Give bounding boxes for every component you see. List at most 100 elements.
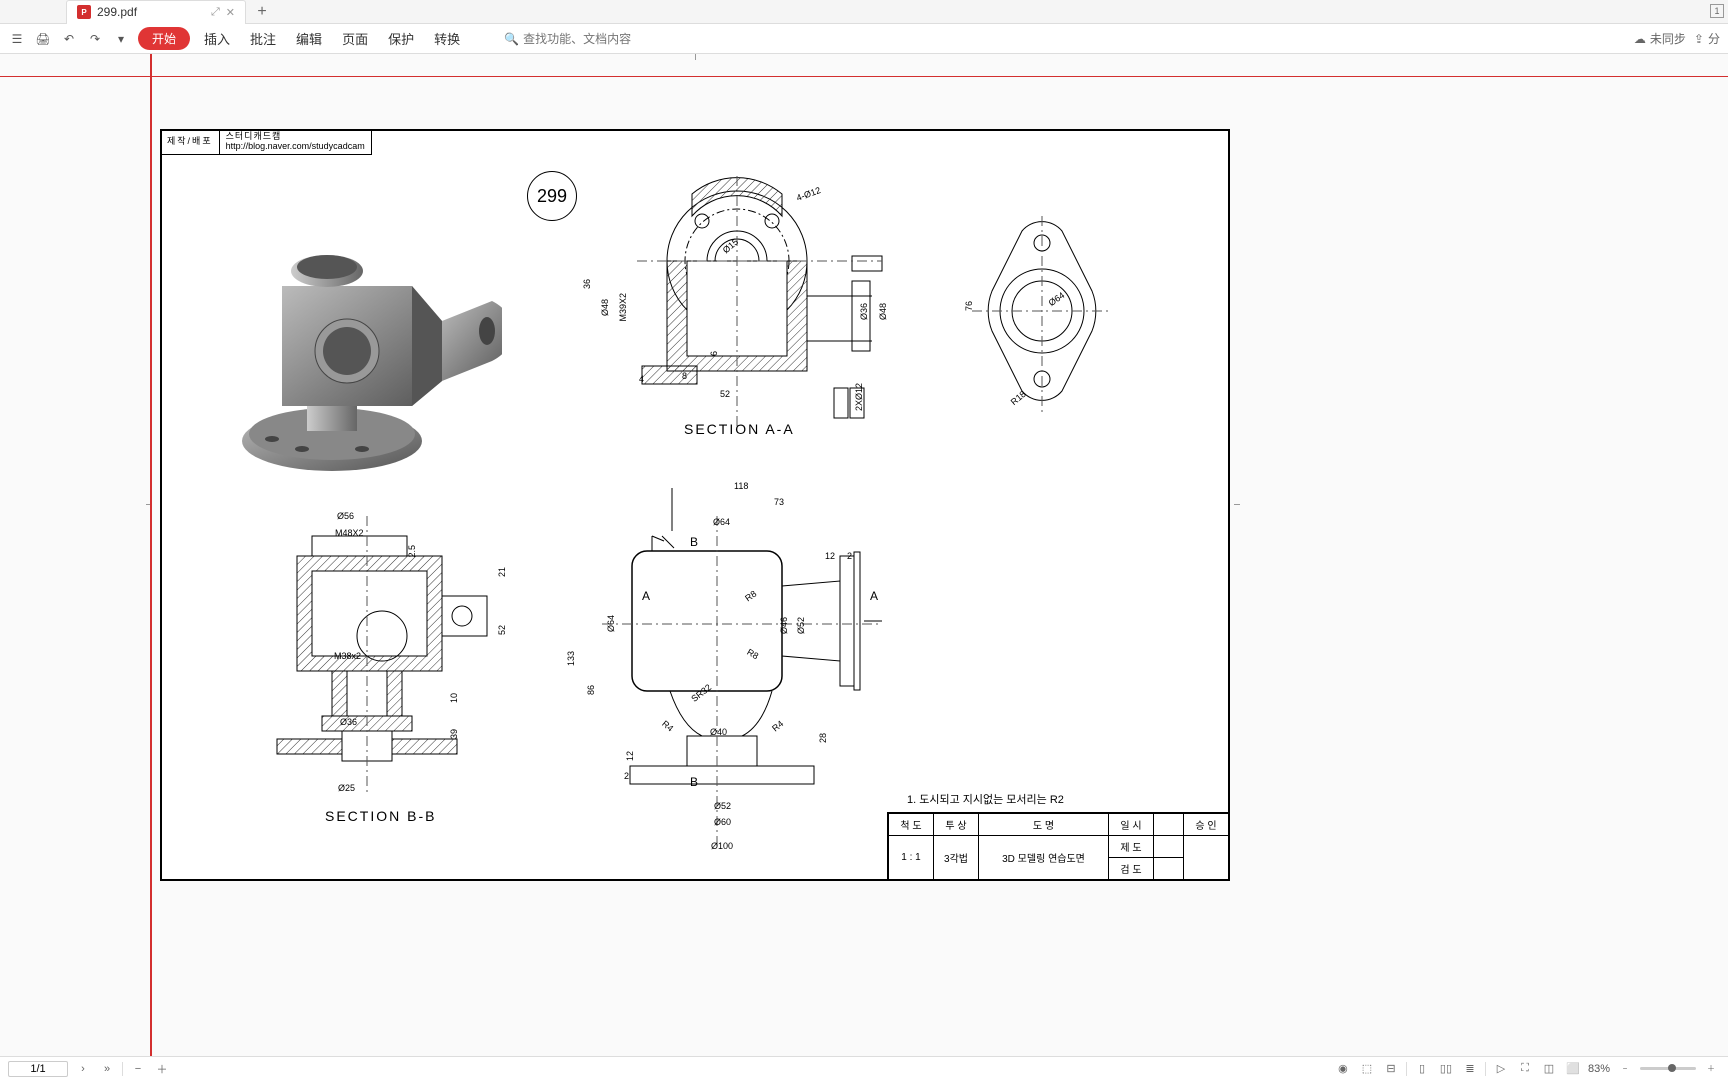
dim-label: Ø100 — [711, 841, 733, 851]
read-mode-icon[interactable]: ⬚ — [1358, 1060, 1376, 1078]
drawing-sheet: 제작/배포 스터디캐드캠 http://blog.naver.com/study… — [160, 129, 1230, 881]
crop-icon[interactable]: ◫ — [1540, 1060, 1558, 1078]
cloud-sync-button[interactable]: ☁ 未同步 — [1634, 30, 1686, 47]
share-button[interactable]: ⇪ 分 — [1694, 30, 1720, 47]
dim-label: Ø52 — [796, 617, 806, 634]
section-b-b-label: SECTION B-B — [325, 808, 436, 824]
dim-label: 4 — [639, 374, 644, 384]
frame-tick — [695, 54, 696, 60]
tb-check-hdr: 검 도 — [1109, 858, 1154, 880]
dim-label: 39 — [449, 729, 459, 739]
section-marker-b: B — [690, 535, 698, 549]
eye-icon[interactable]: ◉ — [1334, 1060, 1352, 1078]
fit-width-icon[interactable]: ⬜ — [1564, 1060, 1582, 1078]
dim-label: 133 — [566, 651, 576, 666]
window-badge: 1 — [1710, 4, 1724, 18]
menu-protect[interactable]: 保护 — [382, 29, 420, 48]
dim-label: Ø40 — [710, 727, 727, 737]
menu-insert[interactable]: 插入 — [198, 29, 236, 48]
tb-proj-val: 3각법 — [934, 836, 979, 880]
dim-label: 36 — [582, 279, 592, 289]
zoom-in-btn[interactable]: ＋ — [1702, 1060, 1720, 1078]
note-line-1: 1. 도시되고 지시없는 모서리는 R2 — [907, 791, 1064, 807]
tb-scale-hdr: 척 도 — [889, 814, 934, 836]
dim-label: Ø48 — [878, 303, 888, 320]
dim-label: M38x2 — [334, 651, 361, 661]
redo-icon[interactable]: ↷ — [86, 30, 104, 48]
dim-label: Ø64 — [606, 615, 616, 632]
share-label: 分 — [1708, 30, 1720, 47]
tab-filename: 299.pdf — [97, 5, 205, 19]
page-indicator-input[interactable] — [8, 1061, 68, 1077]
two-page-icon[interactable]: ▯▯ — [1437, 1060, 1455, 1078]
dim-label: Ø64 — [713, 517, 730, 527]
section-marker-b: B — [690, 775, 698, 789]
drawing-number-badge: 299 — [527, 171, 577, 221]
dim-label: 86 — [586, 685, 596, 695]
tb-title-val: 3D 모델링 연습도면 — [979, 836, 1109, 880]
dropdown-icon[interactable]: ▾ — [112, 30, 130, 48]
dim-label: 28 — [818, 733, 828, 743]
dim-label: 73 — [774, 497, 784, 507]
print-icon[interactable]: 🖨 — [34, 30, 52, 48]
undo-icon[interactable]: ↶ — [60, 30, 78, 48]
tb-approve-hdr: 승 인 — [1184, 814, 1229, 836]
dim-label: 12 — [625, 751, 635, 761]
dim-label: M48X2 — [335, 528, 364, 538]
document-tab[interactable]: P 299.pdf ⤢ ✕ — [66, 0, 246, 24]
dim-label: Ø60 — [714, 817, 731, 827]
page-next-icon[interactable]: › — [74, 1060, 92, 1078]
dim-label: 2 — [847, 551, 852, 561]
section-a-a-view — [582, 166, 892, 436]
tb-title-hdr: 도 명 — [979, 814, 1109, 836]
fullscreen-icon[interactable]: ⛶ — [1516, 1060, 1534, 1078]
share-icon: ⇪ — [1694, 32, 1704, 46]
menu-convert[interactable]: 转换 — [428, 29, 466, 48]
page-fit-icon[interactable]: ⊟ — [1382, 1060, 1400, 1078]
menu-page[interactable]: 页面 — [336, 29, 374, 48]
ruler-guideline-vertical — [150, 54, 152, 1056]
zoom-out-icon[interactable]: − — [129, 1060, 147, 1078]
add-tab-button[interactable]: + — [250, 0, 274, 24]
search-input[interactable] — [523, 32, 653, 46]
section-marker-a: A — [870, 589, 878, 603]
dim-label: Ø25 — [338, 783, 355, 793]
dim-label: Ø46 — [779, 617, 789, 634]
dim-label: 8 — [682, 371, 687, 381]
author-stamp: 제작/배포 스터디캐드캠 http://blog.naver.com/study… — [160, 129, 372, 155]
menu-edit[interactable]: 编辑 — [290, 29, 328, 48]
front-view — [572, 476, 892, 856]
start-button[interactable]: 开始 — [138, 27, 190, 50]
dim-label: 12 — [825, 551, 835, 561]
menu-icon[interactable]: ☰ — [8, 30, 26, 48]
close-tab-icon[interactable]: ✕ — [226, 6, 235, 19]
dim-label: Ø36 — [859, 303, 869, 320]
zoom-percent: 83% — [1588, 1063, 1610, 1075]
pin-icon[interactable]: ⤢ — [211, 6, 220, 19]
document-viewport[interactable]: 제작/배포 스터디캐드캠 http://blog.naver.com/study… — [0, 54, 1728, 1056]
flange-side-view — [962, 211, 1122, 421]
section-marker-a: A — [642, 589, 650, 603]
play-icon[interactable]: ▷ — [1492, 1060, 1510, 1078]
isometric-view — [212, 191, 502, 471]
dim-label: 2.5 — [407, 545, 417, 558]
single-page-icon[interactable]: ▯ — [1413, 1060, 1431, 1078]
zoom-out-btn[interactable]: − — [1616, 1060, 1634, 1078]
leading-tab-placeholder — [0, 0, 65, 24]
drawing-number: 299 — [537, 186, 567, 207]
pdf-icon: P — [77, 5, 91, 19]
search-icon: 🔍 — [504, 32, 519, 46]
menu-annotate[interactable]: 批注 — [244, 29, 282, 48]
dim-label: Ø48 — [600, 299, 610, 316]
zoom-slider[interactable] — [1640, 1067, 1696, 1070]
tb-proj-hdr: 투 상 — [934, 814, 979, 836]
tb-date-hdr: 일 시 — [1109, 814, 1154, 836]
tb-made-hdr: 제 도 — [1109, 836, 1154, 858]
search-box[interactable]: 🔍 — [504, 32, 653, 46]
title-block: 척 도 투 상 도 명 일 시 승 인 1 : 1 3각법 3D 모델링 연습도… — [887, 812, 1230, 881]
cloud-label: 未同步 — [1650, 30, 1686, 47]
page-last-icon[interactable]: » — [98, 1060, 116, 1078]
continuous-icon[interactable]: ≣ — [1461, 1060, 1479, 1078]
zoom-in-icon[interactable]: ＋ — [153, 1060, 171, 1078]
tab-bar: P 299.pdf ⤢ ✕ + 1 — [0, 0, 1728, 24]
